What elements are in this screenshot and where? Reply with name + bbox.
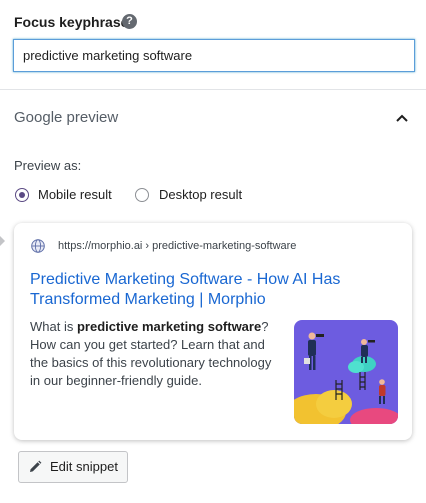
snippet-text-start: What is bbox=[30, 319, 77, 334]
result-url: https://morphio.ai › predictive-marketin… bbox=[58, 240, 297, 252]
edit-snippet-label: Edit snippet bbox=[50, 459, 118, 474]
google-preview-title[interactable]: Google preview bbox=[14, 108, 118, 128]
card-pointer bbox=[0, 236, 5, 246]
globe-icon bbox=[31, 239, 45, 253]
focus-keyphrase-input[interactable] bbox=[13, 39, 415, 72]
result-snippet: What is predictive marketing software? H… bbox=[30, 318, 282, 390]
desktop-result-label[interactable]: Desktop result bbox=[159, 186, 242, 204]
chevron-up-icon[interactable] bbox=[394, 110, 410, 126]
marketing-illustration-image bbox=[294, 320, 398, 424]
preview-as-label: Preview as: bbox=[14, 158, 82, 173]
pencil-icon bbox=[30, 460, 42, 472]
focus-keyphrase-label: Focus keyphrase bbox=[14, 14, 129, 30]
section-divider bbox=[0, 89, 426, 90]
mobile-result-label[interactable]: Mobile result bbox=[38, 186, 112, 204]
question-mark-icon[interactable]: ? bbox=[122, 14, 137, 29]
desktop-result-radio[interactable] bbox=[135, 188, 149, 202]
snippet-keyphrase: predictive marketing software bbox=[76, 319, 262, 334]
result-title-link[interactable]: Predictive Marketing Software - How AI H… bbox=[30, 270, 360, 310]
mobile-result-radio[interactable] bbox=[15, 188, 29, 202]
edit-snippet-button[interactable]: Edit snippet bbox=[18, 451, 128, 483]
